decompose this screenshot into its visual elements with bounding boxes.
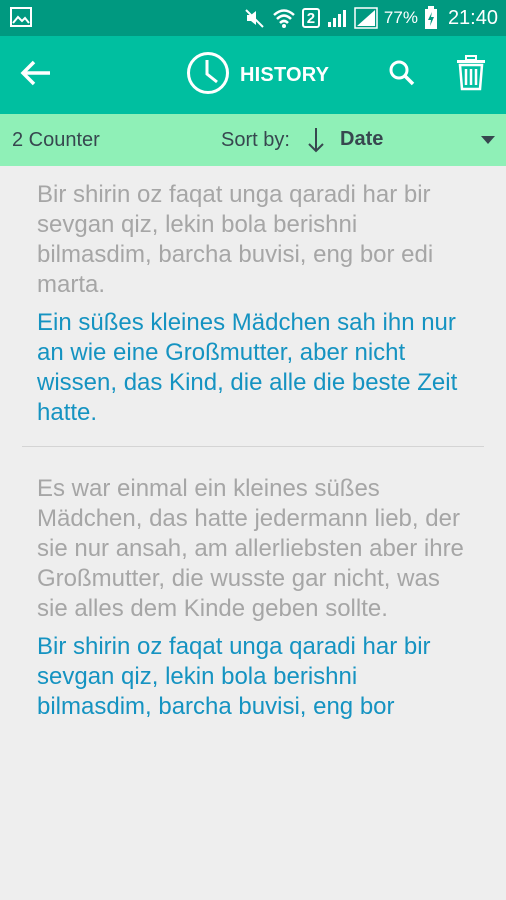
back-arrow-icon — [20, 60, 52, 91]
source-text: Bir shirin oz faqat unga qaradi har bir … — [37, 181, 434, 298]
source-text: Es war einmal ein kleines süßes Mädchen,… — [37, 475, 464, 622]
gallery-icon — [10, 7, 32, 27]
sort-select[interactable]: Date — [340, 128, 383, 151]
sort-direction-icon[interactable] — [305, 126, 327, 154]
search-button[interactable] — [383, 56, 421, 94]
wifi-icon — [272, 7, 296, 29]
status-bar: 2 77% 21:40 — [0, 0, 506, 36]
history-counter: 2 Counter — [12, 129, 100, 151]
battery-percent: 77% — [383, 8, 418, 27]
app-bar: HISTORY — [0, 36, 506, 114]
history-item[interactable]: Es war einmal ein kleines süßes Mädchen,… — [0, 447, 506, 740]
clock-time: 21:40 — [447, 6, 498, 29]
history-item[interactable]: Bir shirin oz faqat unga qaradi har bir … — [0, 166, 506, 446]
dropdown-caret-icon[interactable] — [481, 136, 495, 144]
title-group: HISTORY — [186, 51, 330, 96]
search-icon — [388, 59, 416, 92]
signal-icon — [354, 7, 378, 29]
signal-icon — [326, 7, 348, 29]
translation-text: Ein süßes kleines Mädchen sah ihn nur an… — [37, 309, 458, 426]
mute-icon — [244, 7, 266, 29]
trash-icon — [456, 54, 486, 96]
sort-label: Sort by: — [221, 129, 290, 151]
clock-icon — [186, 51, 230, 100]
page-title: HISTORY — [240, 63, 330, 86]
delete-all-button[interactable] — [451, 54, 491, 96]
battery-charging-icon — [424, 6, 438, 30]
translation-text: Bir shirin oz faqat unga qaradi har bir … — [37, 633, 431, 720]
sim-badge: 2 — [301, 8, 320, 28]
history-list: Bir shirin oz faqat unga qaradi har bir … — [0, 166, 506, 740]
back-button[interactable] — [16, 55, 56, 95]
sort-bar: 2 Counter Sort by: Date — [0, 114, 506, 166]
